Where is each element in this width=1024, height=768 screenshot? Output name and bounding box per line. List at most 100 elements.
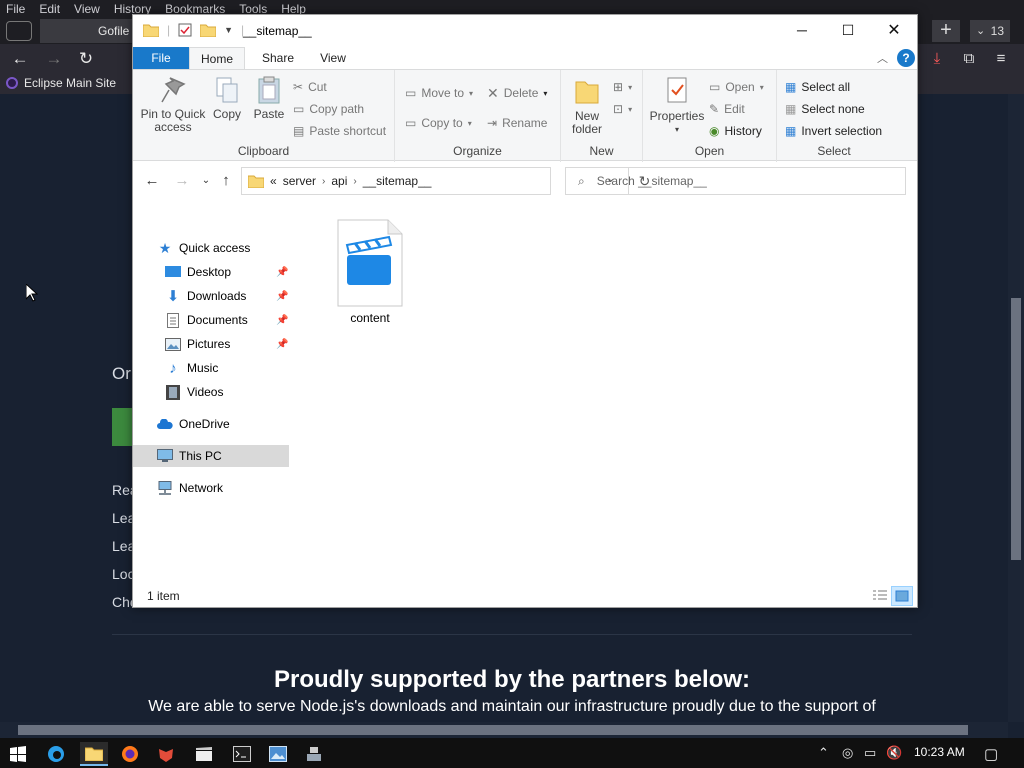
- nav-music[interactable]: ♪ Music: [133, 357, 289, 379]
- taskbar-firefox[interactable]: [116, 742, 144, 766]
- menu-view[interactable]: View: [74, 2, 100, 16]
- back-icon[interactable]: ←: [143, 172, 161, 190]
- nav-desktop[interactable]: Desktop 📌: [133, 261, 289, 283]
- invert-selection-button[interactable]: ▦ Invert selection: [785, 122, 882, 140]
- new-tab-button[interactable]: +: [932, 20, 960, 42]
- close-button[interactable]: ✕: [871, 15, 917, 45]
- open-button[interactable]: ▭ Open ▾: [709, 78, 764, 96]
- minimize-button[interactable]: ─: [779, 15, 825, 45]
- scrollbar-thumb[interactable]: [18, 725, 968, 735]
- meet-now-icon[interactable]: ◎: [842, 745, 853, 761]
- menu-edit[interactable]: Edit: [39, 2, 60, 16]
- tab-overview-button[interactable]: [6, 21, 32, 41]
- taskbar-file-explorer[interactable]: [80, 742, 108, 766]
- volume-muted-icon[interactable]: 🔇: [886, 745, 902, 761]
- quick-access-toolbar: | ▼ |: [143, 23, 244, 37]
- download-button[interactable]: [112, 408, 134, 446]
- recent-locations-icon[interactable]: ⌄: [197, 172, 215, 190]
- breadcrumb-sitemap[interactable]: __sitemap__: [363, 174, 432, 188]
- copy-button[interactable]: Copy: [209, 76, 245, 121]
- folder-icon: [143, 24, 159, 37]
- pin-to-quick-access-button[interactable]: Pin to Quick access: [139, 76, 207, 134]
- taskbar-gitkraken[interactable]: [152, 742, 180, 766]
- nav-downloads[interactable]: ⬇ Downloads 📌: [133, 285, 289, 307]
- search-input[interactable]: ⌕ Search __sitemap__: [565, 167, 906, 195]
- download-icon[interactable]: ⤓: [926, 49, 948, 69]
- up-icon[interactable]: ↑: [217, 172, 235, 190]
- clock[interactable]: 10:23 AM: [914, 745, 965, 759]
- notifications-icon[interactable]: ▢: [984, 745, 998, 763]
- new-item-button[interactable]: ⊞ ▾: [613, 78, 632, 96]
- properties-button[interactable]: Properties ▾: [647, 76, 707, 136]
- nav-quick-access[interactable]: ★ Quick access: [133, 237, 289, 259]
- cut-button[interactable]: ✂ Cut: [293, 78, 327, 96]
- forward-icon[interactable]: →: [173, 172, 191, 190]
- select-all-button[interactable]: ▦ Select all: [785, 78, 850, 96]
- dropdown-arrow-icon: ▾: [628, 104, 633, 114]
- customize-toolbar-icon[interactable]: ▼: [224, 25, 233, 35]
- breadcrumb-api[interactable]: api: [331, 174, 347, 188]
- copy-path-button[interactable]: ▭ Copy path: [293, 100, 364, 118]
- properties-icon[interactable]: [178, 23, 192, 37]
- chevron-right-icon[interactable]: ›: [353, 176, 356, 187]
- start-button[interactable]: [4, 742, 32, 766]
- move-to-button[interactable]: ▭ Move to ▾: [405, 84, 473, 102]
- nav-documents[interactable]: Documents 📌: [133, 309, 289, 331]
- nav-onedrive[interactable]: OneDrive: [133, 413, 289, 435]
- new-folder-icon[interactable]: [200, 23, 217, 37]
- breadcrumb-prefix[interactable]: «: [270, 174, 277, 188]
- collapse-ribbon-icon[interactable]: ︿: [877, 50, 888, 66]
- taskbar-photos[interactable]: [264, 742, 292, 766]
- bookmark-eclipse[interactable]: Eclipse Main Site: [6, 76, 116, 90]
- pin-icon[interactable]: 📌: [276, 267, 288, 278]
- network-status-icon[interactable]: ▭: [864, 745, 876, 761]
- new-folder-button[interactable]: New folder: [565, 76, 609, 136]
- status-bar: 1 item: [133, 585, 917, 607]
- nav-pictures[interactable]: Pictures 📌: [133, 333, 289, 355]
- pin-icon[interactable]: 📌: [276, 315, 288, 326]
- tab-home[interactable]: Home: [189, 47, 245, 69]
- back-icon[interactable]: ←: [8, 48, 32, 70]
- tab-view[interactable]: View: [311, 47, 355, 69]
- menu-icon[interactable]: ≡: [990, 49, 1012, 69]
- help-icon[interactable]: ?: [897, 49, 915, 67]
- menu-file[interactable]: File: [6, 2, 25, 16]
- extensions-icon[interactable]: ⧉: [958, 49, 980, 69]
- chevron-right-icon[interactable]: ›: [322, 176, 325, 187]
- paste-button[interactable]: Paste: [249, 76, 289, 121]
- history-button[interactable]: ◉ History: [709, 122, 762, 140]
- tray-overflow-icon[interactable]: ⌃: [818, 745, 829, 761]
- easy-access-button[interactable]: ⊡ ▾: [613, 100, 632, 118]
- nav-this-pc[interactable]: This PC: [133, 445, 289, 467]
- vertical-scrollbar[interactable]: [1008, 94, 1024, 722]
- file-list[interactable]: content: [293, 199, 917, 579]
- tab-file[interactable]: File: [133, 47, 189, 69]
- details-view-button[interactable]: [869, 586, 891, 606]
- tab-count-button[interactable]: ⌄ 13: [970, 20, 1010, 42]
- maximize-button[interactable]: ☐: [825, 15, 871, 45]
- large-icons-view-button[interactable]: [891, 586, 913, 606]
- taskbar-terminal[interactable]: [228, 742, 256, 766]
- forward-icon[interactable]: →: [42, 48, 66, 70]
- file-item[interactable]: content: [327, 219, 413, 329]
- horizontal-scrollbar[interactable]: [0, 722, 1008, 738]
- paste-shortcut-button[interactable]: ▤ Paste shortcut: [293, 122, 386, 140]
- pin-icon[interactable]: 📌: [276, 339, 288, 350]
- pin-icon[interactable]: 📌: [276, 291, 288, 302]
- nav-videos[interactable]: Videos: [133, 381, 289, 403]
- browser-tab[interactable]: Gofile: [40, 19, 132, 43]
- edit-button[interactable]: ✎ Edit: [709, 100, 745, 118]
- tab-share[interactable]: Share: [253, 47, 303, 69]
- copy-to-button[interactable]: ▭ Copy to ▾: [405, 114, 472, 132]
- scrollbar-thumb[interactable]: [1011, 298, 1021, 560]
- reload-icon[interactable]: ↻: [74, 48, 98, 70]
- breadcrumb-server[interactable]: server: [283, 174, 316, 188]
- taskbar-app[interactable]: [300, 742, 328, 766]
- rename-button[interactable]: ⇥ Rename: [487, 114, 547, 132]
- address-bar[interactable]: « server › api › __sitemap__ ⌄ ↻: [241, 167, 650, 195]
- nav-network[interactable]: Network: [133, 477, 289, 499]
- delete-button[interactable]: ✕ Delete ▾: [487, 84, 547, 102]
- taskbar-media[interactable]: [190, 742, 218, 766]
- select-none-button[interactable]: ▦ Select none: [785, 100, 865, 118]
- taskbar-edge[interactable]: [42, 742, 70, 766]
